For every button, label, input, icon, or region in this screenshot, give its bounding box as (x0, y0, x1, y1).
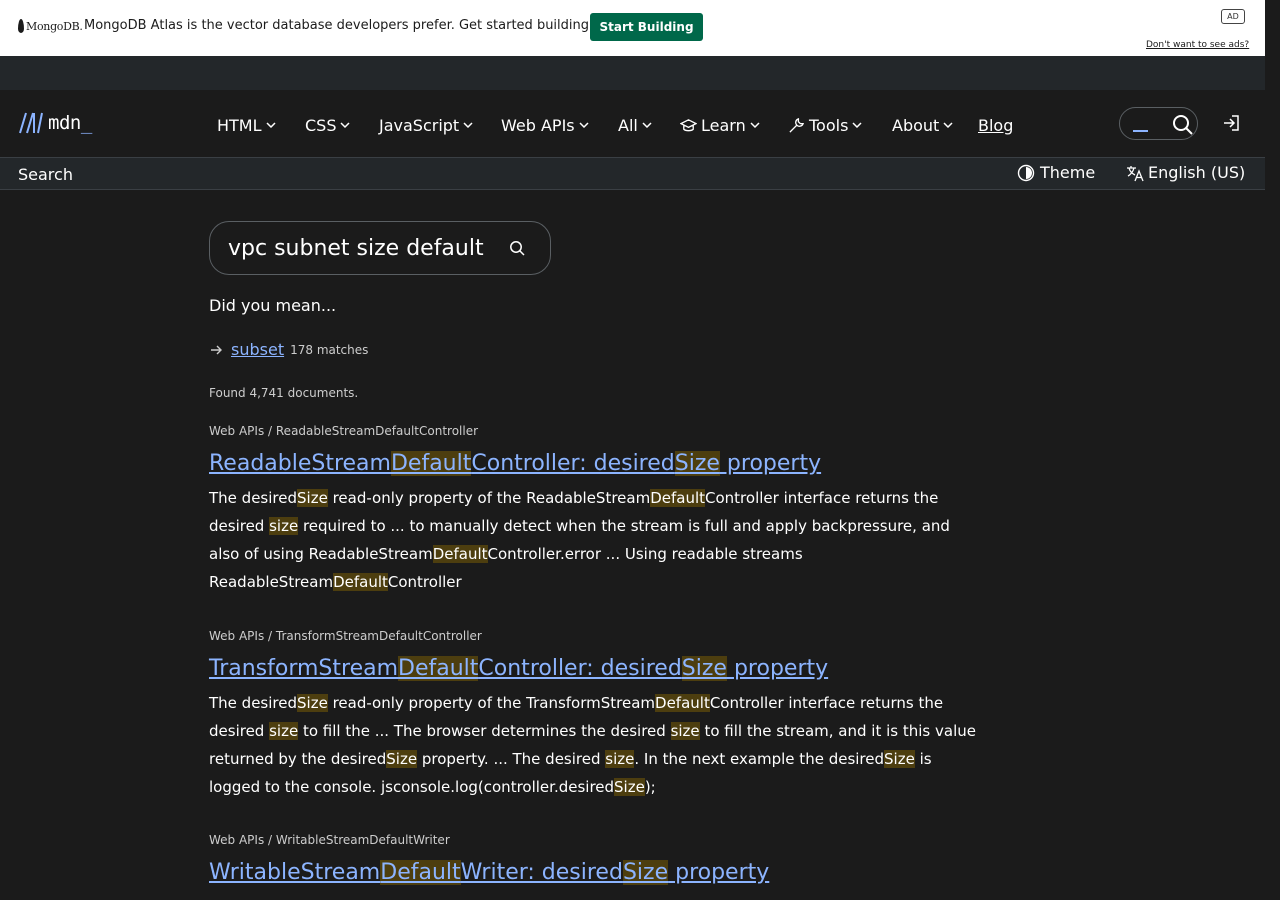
search-box (209, 221, 551, 275)
search-highlight: size (269, 722, 299, 740)
nav-css[interactable]: CSS (305, 114, 351, 136)
chevron-down-icon (579, 122, 589, 129)
search-highlight: Size (297, 694, 328, 712)
result-breadcrumb: Web APIs / WritableStreamDefaultWriter (209, 833, 450, 847)
ad-text[interactable]: MongoDB Atlas is the vector database dev… (84, 18, 645, 33)
nav-blog-link[interactable]: Blog (978, 114, 1013, 136)
text-cursor (1133, 130, 1148, 132)
nav-html-label: HTML (217, 115, 262, 135)
result-breadcrumb: Web APIs / TransformStreamDefaultControl… (209, 629, 482, 643)
ad-spacer (0, 56, 1265, 91)
nav-web-apis[interactable]: Web APIs (501, 114, 589, 136)
nav-html[interactable]: HTML (217, 114, 276, 136)
theme-label: Theme (1040, 163, 1096, 182)
graduation-cap-icon (680, 118, 697, 131)
logo-wordmark: mdn_ (48, 112, 92, 134)
nav-css-label: CSS (305, 115, 337, 135)
chevron-down-icon (340, 122, 351, 129)
search-highlight: Size (297, 489, 328, 507)
search-highlight: Size (386, 750, 418, 768)
result-title-link[interactable]: ReadableStreamDefaultController: desired… (209, 451, 979, 476)
nav-learn-label: Learn (701, 115, 746, 135)
translate-icon (1127, 165, 1144, 181)
nav-javascript[interactable]: JavaScript (379, 114, 473, 136)
language-button[interactable]: English (US) (1126, 163, 1245, 182)
search-highlight: Default (650, 489, 706, 507)
ad-badge: AD (1221, 9, 1245, 24)
search-highlight: Size (622, 860, 669, 885)
nav-search-button[interactable] (1119, 107, 1198, 140)
wrench-icon (789, 117, 805, 133)
nav-javascript-label: JavaScript (379, 115, 460, 135)
ad-banner: MongoDB. MongoDB Atlas is the vector dat… (0, 0, 1265, 56)
result-snippet: The desiredSize read-only property of th… (209, 694, 976, 796)
search-result: Web APIs / ReadableStreamDefaultControll… (209, 424, 979, 596)
search-result: Web APIs / WritableStreamDefaultWriter W… (209, 833, 979, 885)
result-title-link[interactable]: WritableStreamDefaultWriter: desiredSize… (209, 860, 979, 885)
chevron-down-icon (266, 122, 276, 129)
language-label: English (US) (1148, 163, 1246, 182)
nav-about[interactable]: About (892, 114, 953, 136)
nav-all-label: All (618, 115, 638, 135)
theme-button[interactable]: Theme (1017, 163, 1095, 182)
result-title-link[interactable]: TransformStreamDefaultController: desire… (209, 656, 979, 681)
search-highlight: Default (432, 545, 488, 563)
chevron-down-icon (943, 122, 953, 129)
theme-icon (1017, 164, 1035, 181)
arrow-right-icon (211, 345, 222, 354)
search-highlight: Default (398, 656, 479, 681)
chevron-down-icon (463, 122, 473, 129)
search-highlight: Size (614, 778, 645, 796)
suggestion-count: 178 matches (290, 342, 369, 357)
search-icon[interactable] (509, 240, 525, 256)
results-count: Found 4,741 documents. (209, 386, 359, 400)
chevron-down-icon (750, 122, 760, 129)
nav-tools-label: Tools (809, 115, 849, 135)
mongodb-logo[interactable]: MongoDB. (18, 19, 83, 33)
search-highlight: Default (333, 573, 388, 591)
search-highlight: Size (674, 451, 720, 476)
nav-web-apis-label: Web APIs (501, 115, 575, 135)
search-highlight: Size (884, 750, 915, 768)
ad-brand: MongoDB. (26, 19, 83, 33)
mdn-mark-icon (19, 112, 43, 134)
result-snippet: The desiredSize read-only property of th… (209, 489, 950, 591)
search-input[interactable] (228, 232, 498, 264)
search-highlight: size (269, 517, 299, 535)
leaf-icon (18, 19, 24, 33)
mdn-logo[interactable]: mdn_ (18, 112, 92, 134)
nav-learn[interactable]: Learn (680, 114, 760, 136)
search-highlight: size (670, 722, 700, 740)
search-highlight: Default (655, 694, 710, 712)
login-icon[interactable] (1222, 114, 1240, 132)
result-breadcrumb: Web APIs / ReadableStreamDefaultControll… (209, 424, 479, 438)
search-result: Web APIs / TransformStreamDefaultControl… (209, 629, 979, 801)
search-highlight: Size (681, 656, 727, 681)
scrollbar[interactable] (1265, 0, 1280, 900)
search-highlight: Default (380, 860, 461, 885)
page-title: Search (18, 165, 73, 184)
suggestion-link[interactable]: subset (231, 340, 284, 359)
nav-tools[interactable]: Tools (788, 114, 862, 136)
nav-all[interactable]: All (618, 114, 652, 136)
hide-ads-link[interactable]: Don't want to see ads? (1146, 40, 1249, 50)
nav-about-label: About (892, 115, 940, 135)
chevron-down-icon (852, 122, 862, 129)
search-highlight: Default (390, 451, 472, 476)
chevron-down-icon (642, 122, 652, 129)
did-you-mean: Did you mean... (209, 296, 337, 315)
search-highlight: size (605, 750, 635, 768)
start-building-button[interactable]: Start Building (590, 13, 703, 41)
search-icon (1173, 115, 1193, 135)
suggestion: subset 178 matches (209, 340, 368, 359)
